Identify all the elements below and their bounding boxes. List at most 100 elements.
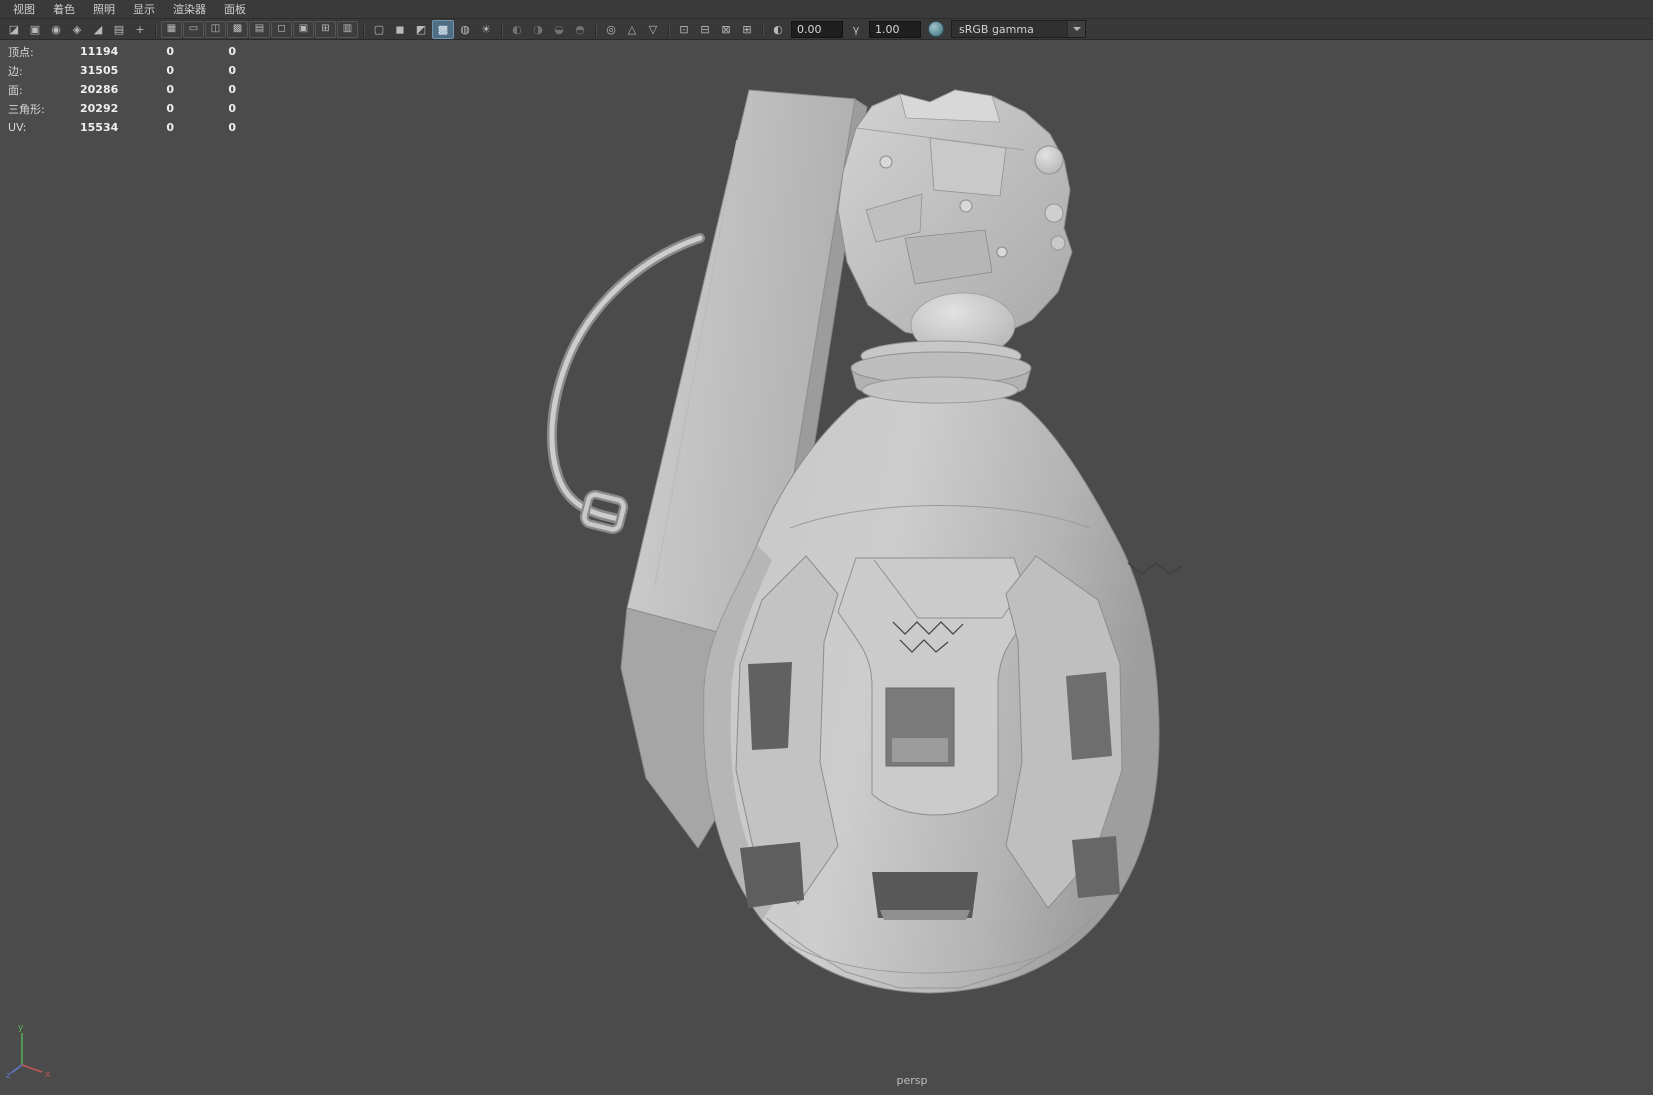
x-axis-label: x bbox=[45, 1070, 51, 1079]
hud-label-edges: 边: bbox=[8, 64, 23, 78]
fuse-screw-1 bbox=[879, 155, 893, 169]
bookmark-icon[interactable]: ◢ bbox=[88, 21, 108, 38]
camera-label: persp bbox=[896, 1074, 928, 1087]
view-layout-icon[interactable]: ◪ bbox=[4, 21, 24, 38]
left-lower-slot bbox=[740, 842, 804, 908]
fuse-panel-2 bbox=[929, 137, 1007, 197]
panel-menu-bar: 视图 着色 照明 显示 渲染器 面板 bbox=[0, 0, 1653, 19]
gamma-field[interactable]: 1.00 bbox=[869, 20, 921, 38]
hud-row-triangles: 三角形: 20292 0 0 bbox=[8, 99, 236, 118]
grenade-model-render[interactable] bbox=[0, 40, 1653, 1095]
menu-item-panels[interactable]: 面板 bbox=[215, 0, 255, 19]
gate-mask-icon[interactable]: ▩ bbox=[227, 20, 248, 38]
hud-row-faces: 面: 20286 0 0 bbox=[8, 80, 236, 99]
shadows-icon[interactable]: ◐ bbox=[507, 21, 527, 38]
hud-label-triangles: 三角形: bbox=[8, 102, 45, 116]
hud-col3-vertices: 0 bbox=[228, 45, 236, 58]
camera-settings-icon[interactable]: ▥ bbox=[337, 20, 358, 38]
hud-col3-faces: 0 bbox=[228, 83, 236, 96]
hud-value-uv: 15534 bbox=[80, 121, 119, 134]
menu-item-lighting[interactable]: 照明 bbox=[84, 0, 124, 19]
menu-item-renderer[interactable]: 渲染器 bbox=[164, 0, 215, 19]
hud-label-vertices: 顶点: bbox=[8, 45, 34, 59]
hud-col3-triangles: 0 bbox=[228, 102, 236, 115]
hud-col2-edges: 0 bbox=[166, 64, 174, 77]
zigzag-edge-3 bbox=[1127, 562, 1183, 575]
resolution-gate-icon[interactable]: ◫ bbox=[205, 20, 226, 38]
shaded-icon[interactable]: ◼ bbox=[390, 21, 410, 38]
hud-row-edges: 边: 31505 0 0 bbox=[8, 61, 236, 80]
z-axis-line bbox=[10, 1064, 23, 1074]
viewport-3d[interactable]: 顶点: 11194 0 0 边: 31505 0 0 面: 20286 0 0 … bbox=[0, 40, 1653, 1095]
chevron-down-icon bbox=[1067, 21, 1085, 37]
hud-row-uv: UV: 15534 0 0 bbox=[8, 118, 236, 137]
fuse-knob-mid bbox=[1044, 203, 1064, 223]
camera-attributes-icon[interactable]: ◈ bbox=[67, 21, 87, 38]
bottom-slot-lip bbox=[880, 910, 970, 920]
hud-value-triangles: 20292 bbox=[80, 102, 119, 115]
default-lighting-icon[interactable]: ☀ bbox=[476, 21, 496, 38]
menu-item-view[interactable]: 视图 bbox=[4, 0, 44, 19]
textured-icon[interactable]: ▩ bbox=[432, 19, 454, 39]
exposure-icon[interactable]: ◐ bbox=[768, 21, 788, 38]
select-camera-icon[interactable]: ▣ bbox=[25, 21, 45, 38]
display-tools-group: ◎ △ ▽ bbox=[601, 21, 663, 38]
fuse-knob-small bbox=[1050, 235, 1066, 251]
view-tools-group: ⊡ ⊟ ⊠ ⊞ bbox=[674, 21, 757, 38]
hud-col2-faces: 0 bbox=[166, 83, 174, 96]
material-override-icon[interactable]: ◍ bbox=[455, 21, 475, 38]
zoom-tool-icon[interactable]: ⊠ bbox=[716, 21, 736, 38]
image-plane-icon[interactable]: ▤ bbox=[109, 21, 129, 38]
x-axis-line bbox=[21, 1064, 43, 1073]
view-transform-value: sRGB gamma bbox=[959, 22, 1034, 36]
camera-tools-group: ◪ ▣ ◉ ◈ ◢ ▤ + bbox=[4, 21, 150, 38]
ambient-occlusion-icon[interactable]: ◑ bbox=[528, 21, 548, 38]
view-transform-dropdown[interactable]: sRGB gamma bbox=[951, 20, 1086, 38]
film-gate-icon[interactable]: ▭ bbox=[183, 20, 204, 38]
gate-tools-group: ▦ ▭ ◫ ▩ ▤ ◻ ▣ ⊞ ▥ bbox=[161, 20, 358, 38]
hud-value-vertices: 11194 bbox=[80, 45, 119, 58]
wireframe-icon[interactable]: ▢ bbox=[369, 21, 389, 38]
y-axis-label: y bbox=[18, 1023, 24, 1033]
view-transform-icon[interactable] bbox=[928, 21, 944, 37]
fuse-screw-3 bbox=[996, 246, 1008, 258]
xray-icon[interactable]: △ bbox=[622, 21, 642, 38]
toolbar-separator bbox=[668, 21, 669, 37]
channel-window-lip bbox=[892, 738, 948, 762]
toolbar-separator bbox=[595, 21, 596, 37]
menu-item-show[interactable]: 显示 bbox=[124, 0, 164, 19]
snap-to-grid-icon[interactable]: ⊡ bbox=[674, 21, 694, 38]
poly-count-hud: 顶点: 11194 0 0 边: 31505 0 0 面: 20286 0 0 … bbox=[8, 42, 236, 137]
isolate-select-icon[interactable]: ◎ bbox=[601, 21, 621, 38]
maya-viewport-panel: 视图 着色 照明 显示 渲染器 面板 ◪ ▣ ◉ ◈ ◢ ▤ + ▦ ▭ ◫ ▩… bbox=[0, 0, 1653, 1095]
hud-col2-vertices: 0 bbox=[166, 45, 174, 58]
depth-of-field-icon[interactable]: ◓ bbox=[570, 21, 590, 38]
frame-all-icon[interactable]: ⊞ bbox=[315, 20, 336, 38]
exposure-field[interactable]: 0.00 bbox=[791, 20, 843, 38]
toolbar-separator bbox=[501, 21, 502, 37]
shaded-wireframe-icon[interactable]: ◩ bbox=[411, 21, 431, 38]
right-armor-slot bbox=[1066, 672, 1112, 760]
hud-row-vertices: 顶点: 11194 0 0 bbox=[8, 42, 236, 61]
fit-view-icon[interactable]: ⊞ bbox=[737, 21, 757, 38]
menu-item-shading[interactable]: 着色 bbox=[44, 0, 84, 19]
toolbar-separator bbox=[762, 21, 763, 37]
safe-title-icon[interactable]: ▣ bbox=[293, 20, 314, 38]
two-d-pan-zoom-icon[interactable]: + bbox=[130, 21, 150, 38]
hud-col3-edges: 0 bbox=[228, 64, 236, 77]
backface-culling-icon[interactable]: ▽ bbox=[643, 21, 663, 38]
toolbar-separator bbox=[363, 21, 364, 37]
hud-value-edges: 31505 bbox=[80, 64, 119, 77]
grid-icon[interactable]: ▦ bbox=[161, 20, 182, 38]
lock-camera-icon[interactable]: ◉ bbox=[46, 21, 66, 38]
hud-value-faces: 20286 bbox=[80, 83, 119, 96]
hud-col2-triangles: 0 bbox=[166, 102, 174, 115]
render-effects-group: ◐ ◑ ◒ ◓ bbox=[507, 21, 590, 38]
motion-blur-icon[interactable]: ◒ bbox=[549, 21, 569, 38]
pan-tool-icon[interactable]: ⊟ bbox=[695, 21, 715, 38]
hud-label-faces: 面: bbox=[8, 83, 23, 97]
field-chart-icon[interactable]: ▤ bbox=[249, 20, 270, 38]
gamma-icon[interactable]: γ bbox=[846, 21, 866, 38]
hud-col2-uv: 0 bbox=[166, 121, 174, 134]
safe-action-icon[interactable]: ◻ bbox=[271, 20, 292, 38]
